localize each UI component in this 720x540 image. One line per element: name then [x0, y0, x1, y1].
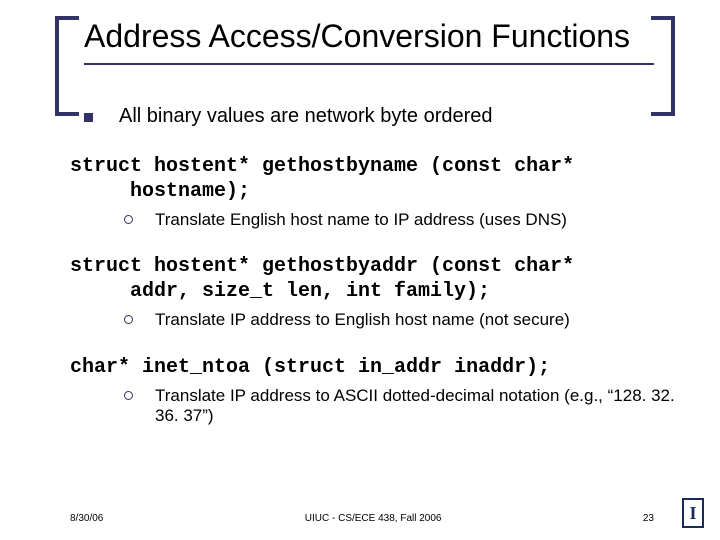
func1-desc: Translate English host name to IP addres… — [155, 210, 567, 230]
footer-page-number: 23 — [643, 513, 654, 524]
uiuc-logo-letter: I — [689, 503, 696, 524]
slide-footer: 8/30/06 UIUC - CS/ECE 438, Fall 2006 23 — [70, 513, 690, 524]
func2-desc-row: Translate IP address to English host nam… — [124, 310, 690, 330]
func3-desc-row: Translate IP address to ASCII dotted-dec… — [124, 386, 690, 427]
func3-code-line1: char* inet_ntoa (struct in_addr inaddr); — [70, 355, 690, 380]
func1-code-line1: struct hostent* gethostbyname (const cha… — [70, 154, 690, 179]
title-underline — [84, 63, 654, 65]
func3-code: char* inet_ntoa (struct in_addr inaddr); — [70, 355, 690, 380]
uiuc-logo: I — [682, 498, 704, 528]
circle-bullet-icon — [124, 391, 133, 400]
footer-date: 8/30/06 — [70, 513, 103, 524]
func1-code-line2: hostname); — [130, 179, 690, 204]
slide-content: All binary values are network byte order… — [70, 105, 690, 427]
circle-bullet-icon — [124, 315, 133, 324]
slide-title: Address Access/Conversion Functions — [84, 18, 670, 55]
func2-desc: Translate IP address to English host nam… — [155, 310, 570, 330]
func2-code-line1: struct hostent* gethostbyaddr (const cha… — [70, 254, 690, 279]
func1-desc-row: Translate English host name to IP addres… — [124, 210, 690, 230]
intro-text: All binary values are network byte order… — [119, 105, 493, 128]
func1-code: struct hostent* gethostbyname (const cha… — [70, 154, 690, 204]
square-bullet-icon — [84, 113, 93, 122]
title-bracket-right — [651, 16, 675, 116]
intro-bullet: All binary values are network byte order… — [84, 105, 690, 128]
func2-code-line2: addr, size_t len, int family); — [130, 279, 690, 304]
footer-course: UIUC - CS/ECE 438, Fall 2006 — [103, 513, 643, 524]
circle-bullet-icon — [124, 215, 133, 224]
func2-code: struct hostent* gethostbyaddr (const cha… — [70, 254, 690, 304]
func3-desc: Translate IP address to ASCII dotted-dec… — [155, 386, 690, 427]
slide: Address Access/Conversion Functions All … — [0, 0, 720, 540]
title-bracket-left — [55, 16, 79, 116]
